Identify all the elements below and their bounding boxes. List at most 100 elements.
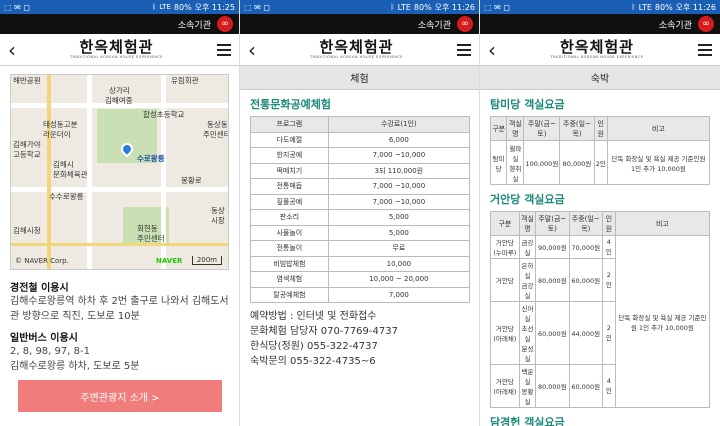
table-cell: 10,000 ~ 20,000	[327, 271, 471, 288]
bus-title: 일반버스 이용시	[10, 333, 78, 344]
map-label: 김해여중	[105, 96, 133, 105]
geoandang-title: 거안당 객실요금	[490, 193, 565, 206]
light-rail-title: 경전철 이용시	[10, 283, 69, 294]
logo[interactable]: 한옥체험관 TRADITIONAL KOREAN HOUSE EXPERIENCE	[70, 40, 163, 60]
table-cell: 6,000	[327, 131, 471, 148]
back-arrow-icon[interactable]: ‹	[8, 40, 16, 60]
table-cell: 2인	[593, 140, 608, 185]
table-row: 전통매듭 7,000 ~10,000	[250, 178, 471, 195]
clock: 오후 11:26	[434, 2, 475, 12]
link-icon[interactable]: ∞	[698, 16, 714, 32]
table-cell: 탈공예체험	[250, 286, 329, 303]
table-cell: 염색체험	[250, 271, 329, 288]
table-cell: 44,000원	[568, 301, 603, 365]
table-cell: 거안당	[490, 258, 520, 302]
app-header: ‹ 한옥체험관 TRADITIONAL KOREAN HOUSE EXPERIEN…	[240, 34, 479, 66]
table-header: 주말(금~토)	[535, 211, 570, 236]
contact-notes: 예약방법 : 인터넷 및 전화접수 문화체험 담당자 070-7769-4737…	[240, 303, 479, 369]
link-icon[interactable]: ∞	[457, 16, 473, 32]
note-line: 예약방법 : 인터넷 및 전화접수	[250, 311, 377, 322]
table-row: 전통놀이 무료	[250, 240, 471, 257]
affiliate-label[interactable]: 소속기관	[659, 18, 692, 31]
table-cell: 신어실 초선실 분성실	[518, 301, 537, 365]
table-cell: 70,000원	[568, 235, 603, 259]
bus-text: 김해수로왕릉 하차, 도보로 5분	[10, 361, 140, 372]
table-row: 탐미당 월파실 향취실 100,000원 80,000원 2인 단독 화장실 및 욕실 제공…	[489, 140, 711, 185]
table-cell: 7,000 ~10,000	[327, 147, 471, 164]
battery-label: 80%	[173, 2, 192, 12]
table-cell: 거안당(누마루)	[490, 235, 520, 259]
table-cell: 5,000	[327, 224, 471, 241]
table-header: 구분	[489, 116, 508, 141]
table-cell: 짚풀공예	[250, 193, 329, 210]
note-line[interactable]: 숙박문의 055-322-4735~6	[250, 354, 469, 369]
link-icon[interactable]: ∞	[217, 16, 233, 32]
table-cell: 80,000원	[535, 258, 570, 302]
table-cell: 전통놀이	[250, 240, 329, 257]
map-label: 고등학교	[13, 150, 41, 159]
note-line[interactable]: 한식당(정원) 055-322-4737	[250, 339, 469, 354]
battery-label: 80%	[413, 2, 432, 12]
damgyeongheon-title: 담경헌 객실요금	[490, 416, 565, 426]
experience-screen: ⬚ ✉ ◻ ᛒ LTE 80% 오후 11:26 소속기관 ∞ ‹ 한옥체험관 TRAD…	[240, 0, 480, 426]
lodging-screen: ⬚ ✉ ◻ ᛒ LTE 80% 오후 11:26 소속기관 ∞ ‹ 한옥체험관 TRAD…	[480, 0, 720, 426]
table-note: 단독 화장실 및 욕실 제공 기준인원 1인 추가 10,000원	[614, 235, 711, 408]
table-header: 비고	[614, 211, 711, 236]
directions-info: 경전철 이용시 김해수로왕릉역 하차 후 2번 출구로 나와서 김해도서관 방향…	[0, 270, 239, 374]
table-cell: 무료	[327, 240, 471, 257]
status-bar: ⬚ ✉ ◻ ᛒ LTE 80% 오후 11:26	[240, 0, 479, 14]
logo[interactable]: 한옥체험관 TRADITIONAL KOREAN HOUSE EXPERIENCE	[310, 40, 403, 60]
notification-icons: ⬚ ✉ ◻	[484, 2, 510, 12]
table-cell: 10,000	[327, 255, 471, 272]
table-row: 탈공예체험 7,000	[250, 286, 471, 303]
map-label: 주민센터	[203, 130, 229, 139]
hamburger-menu-icon[interactable]	[457, 43, 471, 56]
table-row: 비빔밥체험 10,000	[250, 255, 471, 272]
table-row: 다도예절 6,000	[250, 131, 471, 148]
experience-price-table: 프로그램 수강료(1인) 다도예절 6,000 한지공예 7,000 ~10,000 떡메…	[250, 116, 471, 303]
table-header: 인원	[601, 211, 616, 236]
hamburger-menu-icon[interactable]	[698, 43, 712, 56]
table-cell: 7,000 ~10,000	[327, 193, 471, 210]
bluetooth-icon: ᛒ	[390, 3, 395, 11]
affiliate-label[interactable]: 소속기관	[178, 18, 211, 31]
note-line[interactable]: 문화체험 담당자 070-7769-4737	[250, 324, 469, 339]
table-cell: 은하실 금강실	[518, 258, 537, 302]
table-cell: 비빔밥체험	[250, 255, 329, 272]
notification-icons: ⬚ ✉ ◻	[4, 2, 30, 12]
map-label: 라운더이	[43, 130, 71, 139]
map-label: 합성초등학교	[143, 110, 185, 119]
affiliate-bar: 소속기관 ∞	[0, 14, 239, 34]
table-cell: 다도예절	[250, 131, 329, 148]
back-arrow-icon[interactable]: ‹	[488, 40, 496, 60]
table-cell: 4인	[601, 364, 616, 408]
map-label: 해반공원	[13, 76, 41, 85]
nearby-tour-button[interactable]: 주변관광지 소개 >	[18, 380, 222, 412]
affiliate-bar: 소속기관 ∞	[240, 14, 479, 34]
table-cell: 100,000원	[523, 140, 561, 185]
table-cell: 90,000원	[535, 235, 570, 259]
affiliate-label[interactable]: 소속기관	[418, 18, 451, 31]
table-cell: 3되 110,000원	[327, 162, 471, 179]
map-label: 김해시청	[13, 226, 41, 235]
section-title: 숙박	[480, 66, 720, 90]
map[interactable]: 해반공원 유림회관 태성동고분 라운더이 김해가야 고등학교 김해시 문화체육관…	[10, 74, 229, 270]
back-arrow-icon[interactable]: ‹	[248, 40, 256, 60]
map-copyright: © NAVER Corp.	[15, 257, 69, 265]
table-cell: 탐미당	[489, 140, 508, 185]
table-cell: 5,000	[327, 209, 471, 226]
table-cell: 판소리	[250, 209, 329, 226]
table-cell: 전통매듭	[250, 178, 329, 195]
map-label: 상가리	[109, 86, 130, 95]
table-header: 주말(금~토)	[523, 116, 561, 141]
table-header: 객실명	[518, 211, 537, 236]
map-label: 문화체육관	[53, 170, 88, 179]
logo[interactable]: 한옥체험관 TRADITIONAL KOREAN HOUSE EXPERIENCE	[550, 40, 643, 60]
table-row: 판소리 5,000	[250, 209, 471, 226]
table-header: 주중(일~목)	[559, 116, 595, 141]
map-scale: 200m	[191, 256, 222, 265]
hamburger-menu-icon[interactable]	[217, 43, 231, 56]
table-cell: 거안당(아래채)	[490, 301, 520, 365]
bus-routes: 2, 8, 98, 97, 8-1	[10, 346, 90, 357]
table-cell: 7,000	[327, 286, 471, 303]
